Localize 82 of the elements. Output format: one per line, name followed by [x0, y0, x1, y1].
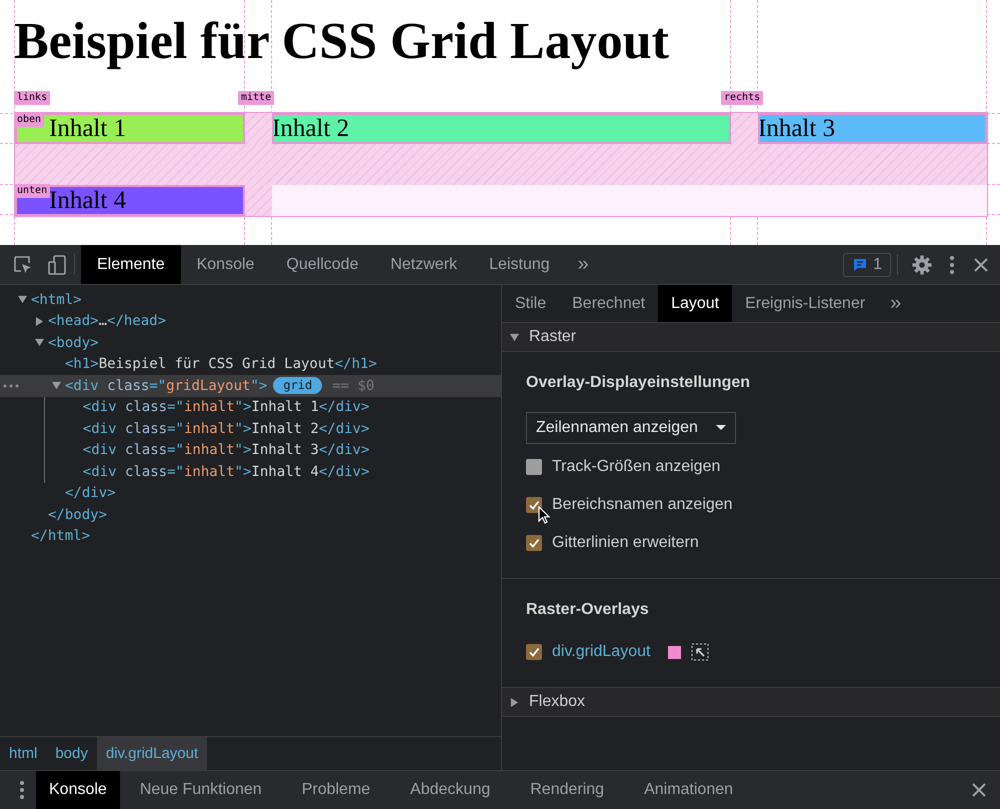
- drawer-tab[interactable]: Probleme: [282, 771, 390, 809]
- tree-row[interactable]: <h1>Beispiel für CSS Grid Layout</h1>: [0, 354, 501, 375]
- tree-row[interactable]: <div class="inhalt">Inhalt 2</div>: [45, 418, 501, 440]
- code-line: <head>…</head>: [48, 313, 166, 330]
- color-swatch[interactable]: [668, 646, 682, 658]
- code-line: </html>: [31, 528, 90, 544]
- dropdown[interactable]: Zeilennamen anzeigen: [526, 412, 736, 444]
- panel-tab[interactable]: Elemente: [81, 245, 181, 284]
- sidebar-tab[interactable]: Berechnet: [559, 285, 658, 322]
- code-line: <div class="inhalt">Inhalt 3</div>: [82, 442, 370, 458]
- checkbox-label[interactable]: Track-Größen anzeigen: [552, 458, 720, 476]
- grid-item: Inhalt 3: [758, 113, 987, 144]
- tree-row[interactable]: <div class="inhalt">Inhalt 3</div>: [45, 440, 501, 461]
- panel-tab[interactable]: Leistung: [473, 245, 566, 284]
- tree-row[interactable]: <div class="inhalt">Inhalt 1</div>: [45, 396, 501, 418]
- node-reference: == $0: [332, 378, 374, 394]
- caret-icon: [716, 425, 726, 431]
- code-line: <h1>Beispiel für CSS Grid Layout</h1>: [65, 356, 377, 372]
- more-options-icon[interactable]: [950, 256, 954, 274]
- section-heading: Raster-Overlays: [526, 601, 650, 619]
- code-line: <body>: [48, 334, 99, 351]
- breadcrumb[interactable]: body: [46, 737, 97, 770]
- panel-tab[interactable]: Quellcode: [270, 245, 374, 284]
- drawer-tab[interactable]: Abdeckung: [390, 771, 510, 809]
- collapsed-arrow-icon[interactable]: [35, 316, 44, 326]
- drawer-tab[interactable]: Rendering: [510, 771, 624, 809]
- panel-tab[interactable]: Konsole: [180, 245, 270, 284]
- column-name-label: rechts: [721, 91, 764, 105]
- expanded-arrow-icon[interactable]: [510, 332, 519, 342]
- code-line: <div class="inhalt">Inhalt 4</div>: [82, 464, 370, 480]
- expanded-arrow-icon[interactable]: [18, 295, 27, 304]
- tree-row[interactable]: <body>: [0, 332, 501, 354]
- checkbox[interactable]: [526, 459, 542, 475]
- collapsed-arrow-icon[interactable]: [510, 698, 519, 706]
- device-icon[interactable]: [46, 254, 68, 276]
- sidebar-tab[interactable]: Ereignis-Listener: [732, 285, 878, 322]
- drawer-tab[interactable]: Animationen: [624, 771, 754, 809]
- section-heading: Overlay-Displayeinstellungen: [526, 374, 752, 392]
- breadcrumb[interactable]: div.gridLayout: [96, 737, 208, 770]
- close-icon[interactable]: [974, 258, 988, 272]
- breadcrumb[interactable]: html: [0, 737, 46, 770]
- row-name-label: unten: [14, 184, 50, 198]
- element-link[interactable]: div.gridLayout: [552, 643, 650, 661]
- tree-row[interactable]: <head>…</head>: [0, 310, 501, 332]
- grid-item: Inhalt 2: [272, 113, 731, 144]
- code-line: <div class="gridLayout">: [65, 378, 268, 394]
- tree-row[interactable]: <html>: [0, 289, 501, 310]
- settings-icon[interactable]: [912, 254, 932, 274]
- expanded-arrow-icon[interactable]: [35, 338, 44, 348]
- issues-button[interactable]: 1: [843, 252, 891, 276]
- column-name-label: links: [14, 91, 50, 105]
- tree-row[interactable]: <div class="inhalt">Inhalt 4</div>: [45, 461, 501, 482]
- column-name-label: mitte: [238, 91, 274, 105]
- drawer-tab[interactable]: Neue Funktionen: [120, 771, 282, 809]
- checkbox[interactable]: [526, 644, 542, 660]
- section-title[interactable]: Flexbox: [529, 693, 586, 711]
- row-name-label: oben: [14, 113, 44, 127]
- more-tabs-button[interactable]: »: [566, 245, 601, 284]
- more-tabs-button[interactable]: »: [878, 285, 914, 322]
- highlight-element-icon[interactable]: [691, 643, 710, 661]
- code-line: <div class="inhalt">Inhalt 1</div>: [82, 399, 370, 416]
- code-line: </body>: [48, 506, 108, 523]
- dots-icon[interactable]: [3, 384, 19, 388]
- checkbox-label[interactable]: Bereichsnamen anzeigen: [552, 496, 733, 514]
- sidebar-tab[interactable]: Layout: [658, 285, 732, 322]
- code-line: <html>: [31, 292, 82, 308]
- grid-badge[interactable]: grid: [273, 377, 322, 394]
- sidebar-tab[interactable]: Stile: [502, 285, 560, 322]
- drawer-tab[interactable]: Konsole: [36, 771, 120, 809]
- checkbox[interactable]: [526, 535, 542, 551]
- section-title[interactable]: Raster: [529, 328, 576, 346]
- mouse-pointer-icon: [538, 506, 550, 524]
- code-line: </div>: [65, 485, 116, 502]
- panel-tab[interactable]: Netzwerk: [374, 245, 474, 284]
- drawer-menu-icon[interactable]: [20, 781, 24, 799]
- expanded-arrow-icon[interactable]: [52, 381, 61, 390]
- tree-row[interactable]: <div class="gridLayout"> grid == $0: [0, 375, 501, 396]
- page-heading: Beispiel für CSS Grid Layout: [14, 12, 669, 72]
- checkbox-label[interactable]: Gitterlinien erweitern: [552, 534, 699, 552]
- chat-icon: [852, 256, 868, 272]
- close-icon[interactable]: [972, 783, 986, 797]
- code-line: <div class="inhalt">Inhalt 2</div>: [82, 420, 370, 437]
